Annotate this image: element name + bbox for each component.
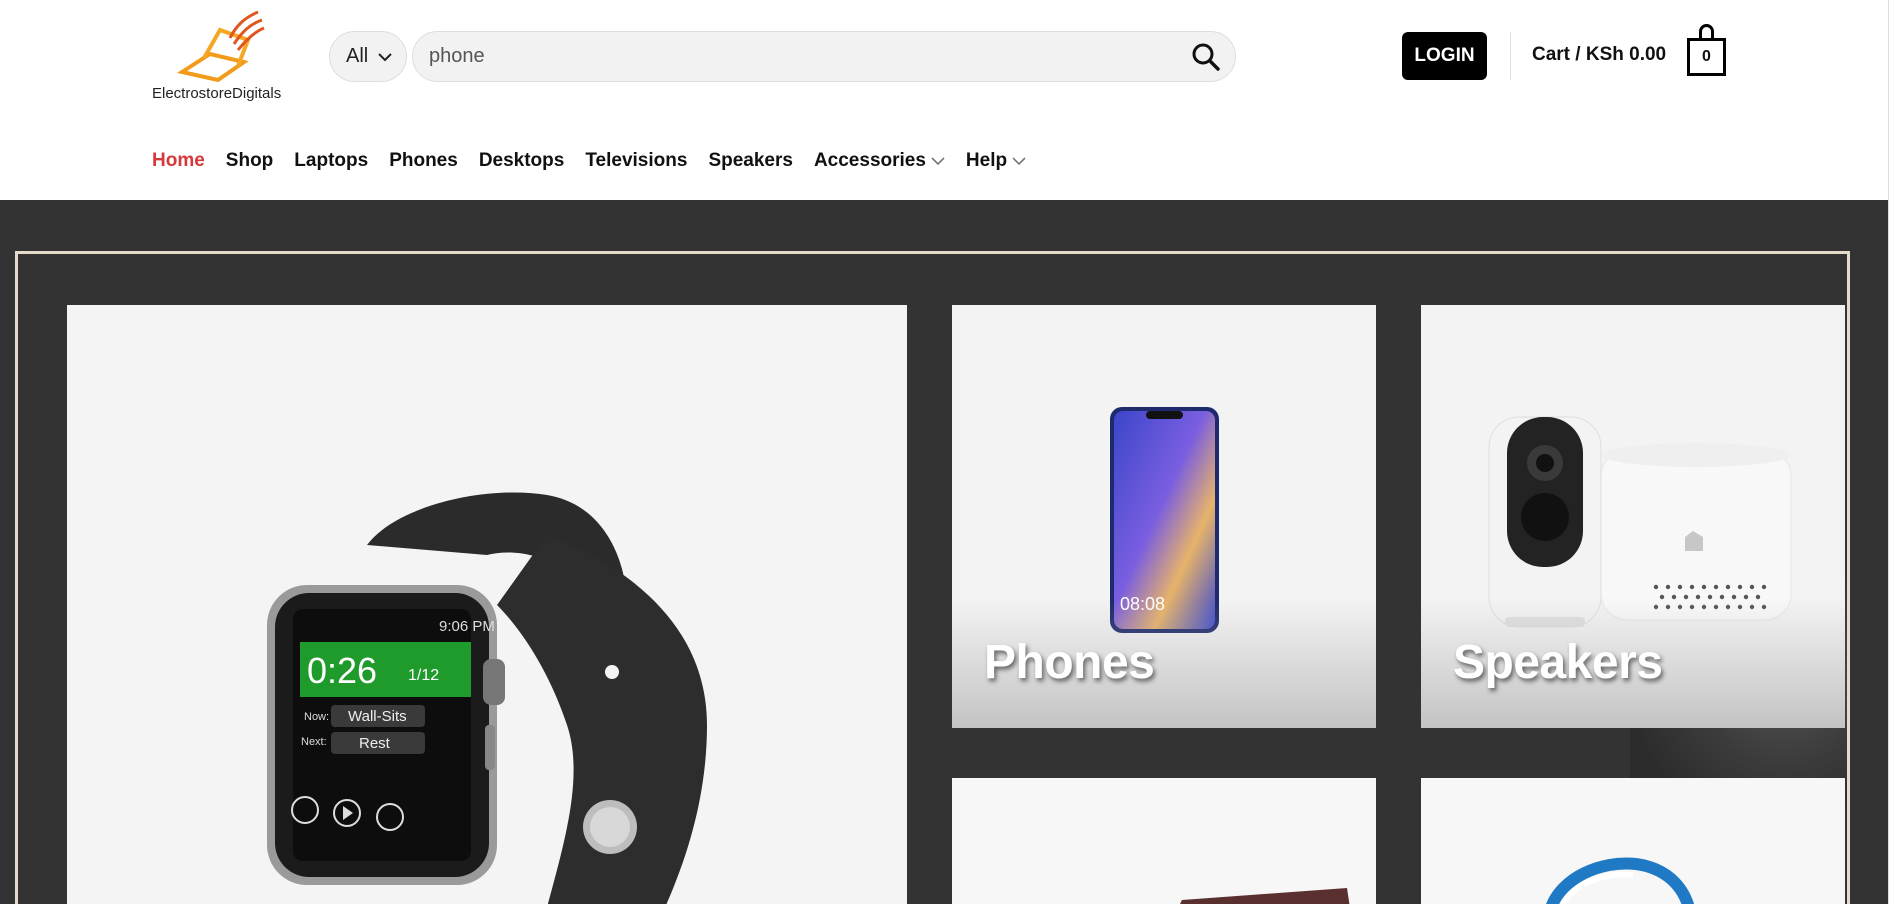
nav-item-phones[interactable]: Phones — [389, 150, 458, 172]
search-input[interactable] — [429, 32, 1169, 81]
nav-item-label: Laptops — [294, 150, 369, 171]
search-category-select[interactable]: All — [329, 31, 407, 82]
cart-count-badge[interactable]: 0 — [1687, 38, 1726, 76]
laptop-image — [1180, 888, 1350, 904]
chevron-down-icon — [378, 52, 392, 61]
watch-timer-text: 0:26 — [307, 650, 377, 691]
watch-next-label: Next: — [301, 736, 327, 748]
watch-now-value: Wall-Sits — [348, 708, 407, 725]
tile-label-speakers: Speakers — [1453, 636, 1663, 689]
nav-item-help[interactable]: Help — [966, 150, 1026, 172]
site-header: ElectrostoreDigitals All LOGIN Cart / KS… — [0, 0, 1889, 200]
logo-icon — [176, 10, 265, 83]
category-tile-phones[interactable]: 08:08 Phones — [952, 305, 1376, 728]
nav-item-label: Desktops — [478, 150, 565, 171]
login-button[interactable]: LOGIN — [1402, 32, 1487, 80]
nav-item-laptops[interactable]: Laptops — [294, 150, 368, 172]
header-divider — [1510, 32, 1511, 80]
category-tile-speakers[interactable]: Speakers — [1421, 305, 1845, 728]
hero-banner: 9:06 PM 0:26 1/12 Now: Wall-Sits Next: R… — [0, 200, 1889, 904]
nav-item-home[interactable]: Home — [152, 150, 205, 172]
search-category-value: All — [346, 45, 369, 67]
nav-item-label: Home — [152, 150, 205, 171]
smartwatch-image: 9:06 PM 0:26 1/12 Now: Wall-Sits Next: R… — [267, 492, 707, 904]
main-nav: Home Shop Laptops Phones Desktops Televi… — [152, 150, 1047, 172]
nav-item-televisions[interactable]: Televisions — [585, 150, 687, 172]
search-box — [412, 31, 1236, 82]
site-logo[interactable]: ElectrostoreDigitals — [152, 10, 287, 105]
cart-link[interactable]: Cart / KSh 0.00 — [1532, 44, 1666, 66]
nav-item-shop[interactable]: Shop — [226, 150, 274, 172]
logo-text: ElectrostoreDigitals — [152, 85, 282, 102]
nav-item-accessories[interactable]: Accessories — [814, 150, 945, 172]
chevron-down-icon — [1012, 156, 1026, 165]
watch-time-text: 9:06 PM — [439, 618, 495, 635]
watch-next-value: Rest — [359, 735, 391, 752]
nav-item-label: Shop — [225, 150, 274, 171]
watch-now-label: Now: — [304, 711, 329, 723]
chevron-down-icon — [931, 156, 945, 165]
nav-item-label: Televisions — [585, 150, 688, 171]
category-tile-lower-right[interactable] — [1421, 778, 1845, 904]
watch-progress-text: 1/12 — [408, 667, 439, 684]
tile-label-phones: Phones — [984, 636, 1155, 689]
nav-item-label: Help — [965, 150, 1008, 171]
category-tile-lower-left[interactable] — [952, 778, 1376, 904]
nav-item-speakers[interactable]: Speakers — [708, 150, 793, 172]
headphones-image — [1546, 857, 1694, 904]
category-tile-featured[interactable]: 9:06 PM 0:26 1/12 Now: Wall-Sits Next: R… — [67, 305, 907, 904]
nav-item-label: Phones — [389, 150, 458, 171]
nav-item-label: Accessories — [813, 150, 926, 171]
nav-item-desktops[interactable]: Desktops — [479, 150, 565, 172]
search-icon[interactable] — [1191, 42, 1221, 72]
nav-item-label: Speakers — [708, 150, 793, 171]
